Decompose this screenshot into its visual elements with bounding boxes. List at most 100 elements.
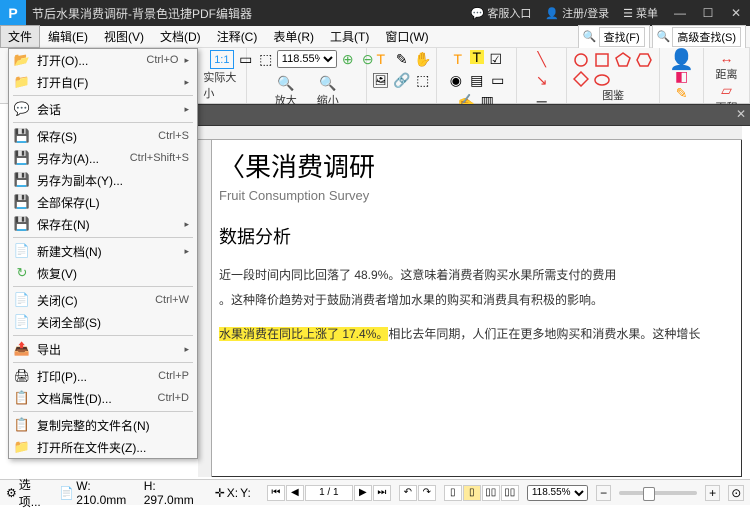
ruler-horizontal [198,126,742,140]
stamp-person-icon[interactable]: 👤 [673,50,691,68]
menu-export[interactable]: 📤导出▸ [9,338,197,360]
menu-print[interactable]: 🖨打印(P)...Ctrl+P [9,365,197,387]
menu-doc-props[interactable]: 📋文档属性(D)...Ctrl+D [9,387,197,409]
menu-open-location[interactable]: 📁打开所在文件夹(Z)... [9,436,197,458]
form-radio-icon[interactable]: ◉ [447,71,465,89]
prev-page-button[interactable]: ◀ [286,485,304,501]
menu-close-all[interactable]: 📄关闭全部(S) [9,311,197,333]
login-link[interactable]: 👤 注册/登录 [545,5,609,21]
zoom-in-icon[interactable]: 🔍 [277,74,295,92]
menu-comment[interactable]: 注释(C) [209,25,266,48]
nav-back-button[interactable]: ↶ [399,485,417,501]
line-red-icon[interactable]: ╲ [533,50,551,68]
menu-edit[interactable]: 编辑(E) [40,25,96,48]
zoom-select[interactable]: 118.55% [277,50,337,68]
options-button[interactable]: ⚙ 选项... [6,476,51,510]
view-single-button[interactable]: ▯ [444,485,462,501]
link-tool-icon[interactable]: 🔗 [393,71,411,89]
fit-width-icon[interactable]: ⬚ [257,50,275,68]
zoom-plus-icon[interactable]: ⊕ [339,50,357,68]
last-page-button[interactable]: ⏭ [373,485,391,501]
menu-form[interactable]: 表单(R) [265,25,322,48]
nav-fwd-button[interactable]: ↷ [418,485,436,501]
menu-session[interactable]: 💬会话▸ [9,98,197,120]
status-zoom-select[interactable]: 118.55% [527,485,588,501]
advanced-find-button[interactable]: 🔍高级查找(S) [652,25,746,49]
save-as-icon: 💾 [13,149,31,167]
text-tool-icon[interactable]: T [372,50,390,68]
menu-save[interactable]: 💾保存(S)Ctrl+S [9,125,197,147]
circle-shape-icon[interactable] [573,52,589,68]
menu-new-doc[interactable]: 📄新建文档(N)▸ [9,240,197,262]
edit-tool-icon[interactable]: ✎ [393,50,411,68]
arrow-red-icon[interactable]: ↘ [533,71,551,89]
menu-tools[interactable]: 工具(T) [322,25,377,48]
diamond-shape-icon[interactable] [573,71,589,87]
hand-tool-icon[interactable]: ✋ [414,50,432,68]
hexagon-shape-icon[interactable] [636,52,652,68]
pencil-icon[interactable]: ✎ [673,85,691,102]
menu-open-from[interactable]: 📁打开自(F)▸ [9,71,197,93]
fit-page-icon[interactable]: ▭ [237,50,255,68]
form-text-icon[interactable]: T [449,50,467,68]
highlighted-text: 水果消费在同比上涨了 17.4%。 [219,327,388,341]
form-button-icon[interactable]: ▭ [489,71,507,89]
menu-open[interactable]: 📂打开(O)...Ctrl+O▸ [9,49,197,71]
cloud-shape-icon[interactable] [594,71,610,87]
menu-bar: 文件 编辑(E) 视图(V) 文档(D) 注释(C) 表单(R) 工具(T) 窗… [0,26,750,48]
menu-window[interactable]: 窗口(W) [377,25,436,48]
pentagon-shape-icon[interactable] [615,52,631,68]
form-check-icon[interactable]: ☑ [487,50,505,68]
copy-name-icon: 📋 [13,416,31,434]
maximize-button[interactable]: ☐ [694,0,722,26]
close-button[interactable]: ✕ [722,0,750,26]
open-icon: 📂 [13,51,31,69]
view-facing-button[interactable]: ▯▯ [482,485,500,501]
view-cont-button[interactable]: ▯ [463,485,481,501]
print-icon: 🖨 [13,367,31,385]
close-doc-icon[interactable]: ✕ [736,107,746,121]
menu-copy-name[interactable]: 📋复制完整的文件名(N) [9,414,197,436]
ruler-vertical [198,140,212,477]
select-tool-icon[interactable]: ⬚ [414,71,432,89]
image-tool-icon[interactable]: 🖼 [372,71,390,89]
distance-icon[interactable]: ↔ [718,50,736,66]
zoom-out-icon[interactable]: 🔍 [319,74,337,92]
first-page-button[interactable]: ⏮ [267,485,285,501]
customer-service-link[interactable]: 💬 客服入口 [471,5,532,21]
doc-subtitle: Fruit Consumption Survey [219,188,731,203]
page-input[interactable] [305,485,353,501]
doc-paragraph-1: 近一段时间内同比回落了 48.9%。这意味着消费者购买水果所需支付的费用。这种降… [219,263,731,312]
menu-save-copy[interactable]: 💾另存为副本(Y)... [9,169,197,191]
menu-document[interactable]: 文档(D) [152,25,209,48]
doc-paragraph-2: 水果消费在同比上涨了 17.4%。相比去年同期，人们正在更多地购买和消费水果。这… [219,322,731,347]
document-viewport[interactable]: 〈果消费调研 Fruit Consumption Survey 数据分析 近一段… [198,126,742,477]
zoom-out-button[interactable]: − [596,485,612,501]
square-shape-icon[interactable] [594,52,610,68]
status-bar: ⚙ 选项... 📄 W: 210.0mm H: 297.0mm ✛ X: Y: … [0,479,750,505]
zoom-in-button[interactable]: + [705,485,721,501]
menu-save-in[interactable]: 💾保存在(N)▸ [9,213,197,235]
menu-close[interactable]: 📄关闭(C)Ctrl+W [9,289,197,311]
form-highlight-icon[interactable]: T [470,50,484,64]
form-list-icon[interactable]: ▤ [468,71,486,89]
next-page-button[interactable]: ▶ [354,485,372,501]
menu-save-as[interactable]: 💾另存为(A)...Ctrl+Shift+S [9,147,197,169]
zoom-reset-button[interactable]: ⊙ [728,485,744,501]
save-all-icon: 💾 [13,193,31,211]
menu-restore[interactable]: ↻恢复(V) [9,262,197,284]
menu-save-all[interactable]: 💾全部保存(L) [9,191,197,213]
props-icon: 📋 [13,389,31,407]
zoom-slider[interactable] [619,491,697,495]
main-menu-link[interactable]: ☰ 菜单 [623,5,658,21]
folder-icon: 📁 [13,438,31,456]
fit-actual-icon[interactable]: 1:1 [210,50,234,69]
menu-view[interactable]: 视图(V) [96,25,152,48]
find-button[interactable]: 🔍查找(F) [578,25,650,49]
app-logo: P [0,0,26,26]
area-icon[interactable]: ▱ [718,82,736,99]
eraser-icon[interactable]: ◧ [673,68,691,85]
minimize-button[interactable]: — [666,0,694,26]
menu-file[interactable]: 文件 [0,25,40,48]
view-cont-facing-button[interactable]: ▯▯ [501,485,519,501]
